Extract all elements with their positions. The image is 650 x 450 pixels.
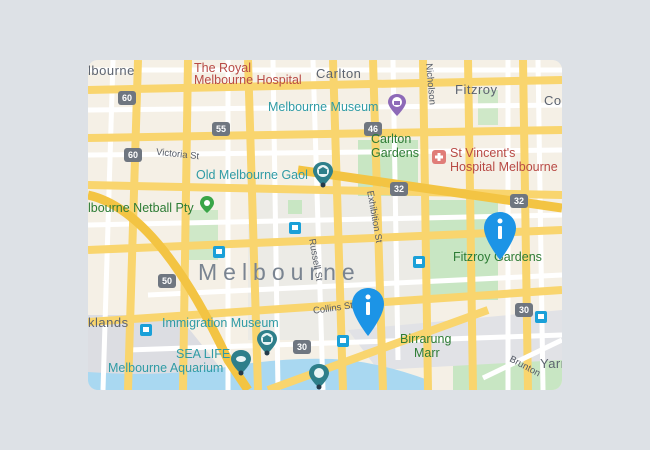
suburb-label-collingwood: Co xyxy=(544,93,562,108)
place-label-old-melbourne-gaol[interactable]: Old Melbourne Gaol xyxy=(196,169,308,182)
info-marker-collins[interactable] xyxy=(352,288,384,336)
train-station-icon[interactable] xyxy=(140,324,152,336)
map-view[interactable]: lbourne Carlton Fitzroy Co Melbourne kla… xyxy=(88,60,562,390)
place-label-sea-life-line2[interactable]: Melbourne Aquarium xyxy=(108,362,223,375)
route-shield-50: 50 xyxy=(158,274,176,288)
train-station-icon[interactable] xyxy=(213,246,225,258)
park-icon[interactable] xyxy=(200,196,214,214)
suburb-label-docklands: klands xyxy=(88,315,129,330)
place-label-birrarung-line1[interactable]: Birrarung xyxy=(400,333,451,346)
place-label-netball[interactable]: lbourne Netball Pty xyxy=(88,202,194,215)
place-label-immigration-museum[interactable]: Immigration Museum xyxy=(162,317,279,330)
place-label-carlton-gardens-line2[interactable]: Gardens xyxy=(371,147,419,160)
place-label-melbourne-museum[interactable]: Melbourne Museum xyxy=(268,101,378,114)
train-station-icon[interactable] xyxy=(337,335,349,347)
route-shield-55: 55 xyxy=(212,122,230,136)
train-station-icon[interactable] xyxy=(289,222,301,234)
suburb-label-carlton: Carlton xyxy=(316,66,362,81)
suburb-label-west-melbourne: lbourne xyxy=(88,63,135,78)
info-marker-fitzroy[interactable] xyxy=(484,212,516,260)
hospital-icon[interactable] xyxy=(432,150,446,164)
place-label-sea-life-line1[interactable]: SEA LIFE xyxy=(176,348,230,361)
route-shield-30-east: 30 xyxy=(515,303,533,317)
route-shield-60: 60 xyxy=(118,91,136,105)
landmark-icon[interactable] xyxy=(257,330,277,356)
train-station-icon[interactable] xyxy=(535,311,547,323)
museum-icon[interactable] xyxy=(388,94,406,118)
landmark-icon[interactable] xyxy=(313,162,333,188)
place-label-st-vincents-line1[interactable]: St Vincent's xyxy=(450,147,515,160)
suburb-label-yarra: Yarr xyxy=(540,356,562,371)
place-label-birrarung-line2[interactable]: Marr xyxy=(414,347,440,360)
city-label-melbourne: Melbourne xyxy=(198,259,361,285)
route-shield-30: 30 xyxy=(293,340,311,354)
attraction-icon[interactable] xyxy=(309,364,329,390)
place-label-royal-hospital-line2[interactable]: Melbourne Hospital xyxy=(194,74,302,87)
route-shield-32: 32 xyxy=(390,182,408,196)
route-shield-60-lower: 60 xyxy=(124,148,142,162)
place-label-carlton-gardens-line1[interactable]: Carlton xyxy=(371,133,411,146)
suburb-label-fitzroy: Fitzroy xyxy=(455,82,498,97)
place-label-st-vincents-line2[interactable]: Hospital Melbourne xyxy=(450,161,558,174)
train-station-icon[interactable] xyxy=(413,256,425,268)
aquarium-icon[interactable] xyxy=(231,350,251,376)
route-shield-32-east: 32 xyxy=(510,194,528,208)
